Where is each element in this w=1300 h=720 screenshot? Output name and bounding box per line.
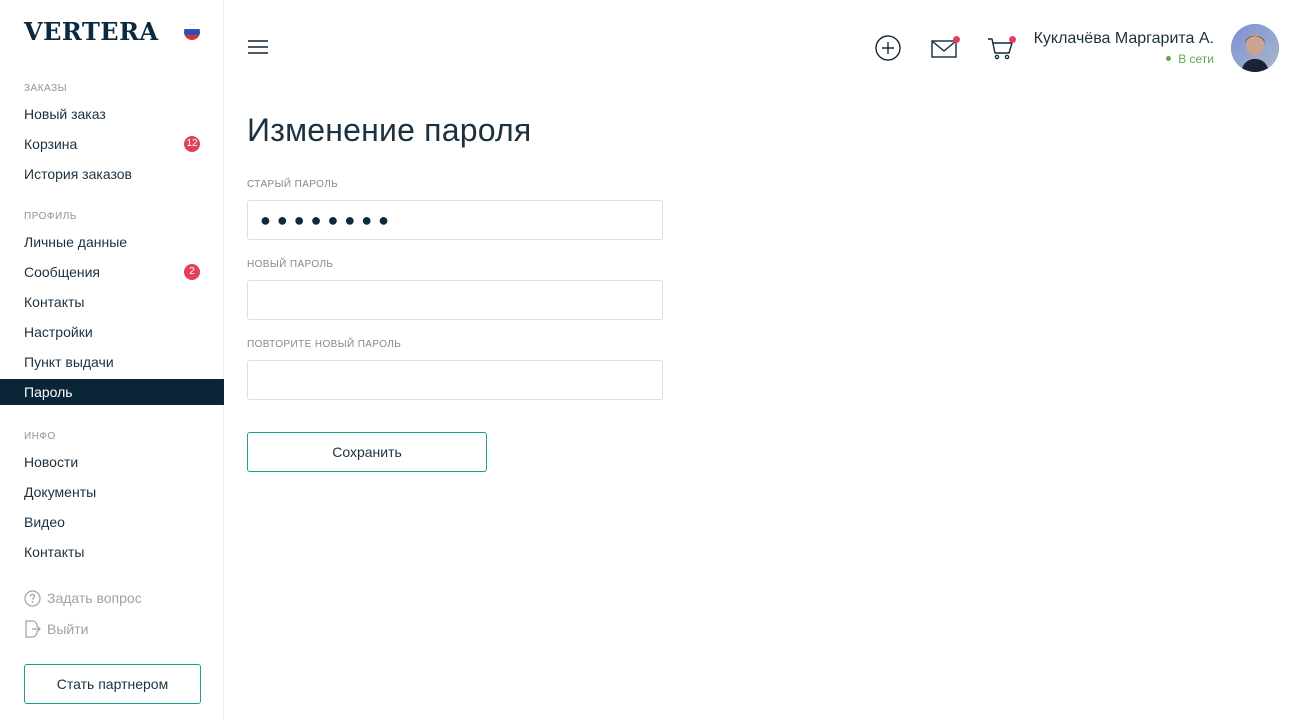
sidebar-item-label: Контакты: [24, 544, 85, 560]
add-button[interactable]: [874, 34, 902, 62]
sidebar-item-label: Новый заказ: [24, 106, 106, 122]
add-circle-icon: [875, 35, 901, 61]
ask-question-link[interactable]: Задать вопрос: [24, 588, 142, 608]
sidebar-item-settings[interactable]: Настройки: [0, 319, 224, 345]
menu-icon[interactable]: [248, 40, 270, 56]
logout-link[interactable]: Выйти: [24, 619, 88, 639]
sidebar-item-password[interactable]: Пароль: [0, 379, 224, 405]
sidebar-item-label: Пароль: [24, 384, 73, 400]
ask-question-label: Задать вопрос: [47, 590, 142, 606]
section-title-profile: ПРОФИЛЬ: [24, 211, 77, 222]
sidebar-item-label: Видео: [24, 514, 65, 530]
sidebar-item-news[interactable]: Новости: [0, 449, 224, 475]
sidebar-item-label: Новости: [24, 454, 79, 470]
unread-indicator: [953, 36, 960, 43]
sidebar-item-info-contacts[interactable]: Контакты: [0, 539, 224, 565]
sidebar-item-label: История заказов: [24, 166, 132, 182]
cart-count-badge: 12: [184, 136, 200, 152]
save-button[interactable]: Сохранить: [247, 432, 487, 472]
logout-icon: [25, 620, 41, 638]
section-title-info: ИНФО: [24, 431, 56, 442]
sidebar-item-label: Настройки: [24, 324, 93, 340]
user-name[interactable]: Куклачёва Маргарита А.: [1034, 30, 1214, 48]
messages-count-badge: 2: [184, 264, 200, 280]
old-password-field[interactable]: [247, 200, 663, 240]
sidebar-item-personal-data[interactable]: Личные данные: [0, 229, 224, 255]
sidebar-item-label: Контакты: [24, 294, 85, 310]
vertera-logo[interactable]: VERTERA: [24, 20, 159, 44]
repeat-password-label: ПОВТОРИТЕ НОВЫЙ ПАРОЛЬ: [247, 339, 402, 350]
sidebar-item-video[interactable]: Видео: [0, 509, 224, 535]
online-status: В сети: [1166, 52, 1214, 66]
cart-button[interactable]: [986, 34, 1016, 62]
repeat-password-field[interactable]: [247, 360, 663, 400]
sidebar-item-order-history[interactable]: История заказов: [0, 161, 224, 187]
sidebar-item-label: Личные данные: [24, 234, 128, 250]
new-password-field[interactable]: [247, 280, 663, 320]
messages-button[interactable]: [930, 34, 960, 62]
avatar[interactable]: [1231, 24, 1279, 72]
sidebar-item-pickup-point[interactable]: Пункт выдачи: [0, 349, 224, 375]
section-title-orders: ЗАКАЗЫ: [24, 83, 67, 94]
sidebar-item-documents[interactable]: Документы: [0, 479, 224, 505]
sidebar-item-contacts[interactable]: Контакты: [0, 289, 224, 315]
logout-label: Выйти: [47, 621, 89, 637]
page-title: Изменение пароля: [247, 112, 532, 148]
sidebar-item-label: Документы: [24, 484, 97, 500]
sidebar: VERTERA ЗАКАЗЫ Новый заказ Корзина 12 Ис…: [0, 0, 224, 720]
sidebar-item-label: Корзина: [24, 136, 78, 152]
sidebar-item-cart[interactable]: Корзина 12: [0, 131, 224, 157]
sidebar-item-messages[interactable]: Сообщения 2: [0, 259, 224, 285]
cart-indicator: [1009, 36, 1016, 43]
sidebar-item-new-order[interactable]: Новый заказ: [0, 101, 224, 127]
russia-flag-icon[interactable]: [184, 24, 200, 40]
new-password-label: НОВЫЙ ПАРОЛЬ: [247, 259, 334, 270]
sidebar-item-label: Пункт выдачи: [24, 354, 114, 370]
become-partner-button[interactable]: Стать партнером: [24, 664, 201, 704]
question-circle-icon: [24, 589, 41, 607]
old-password-label: СТАРЫЙ ПАРОЛЬ: [247, 179, 339, 190]
sidebar-item-label: Сообщения: [24, 264, 100, 280]
